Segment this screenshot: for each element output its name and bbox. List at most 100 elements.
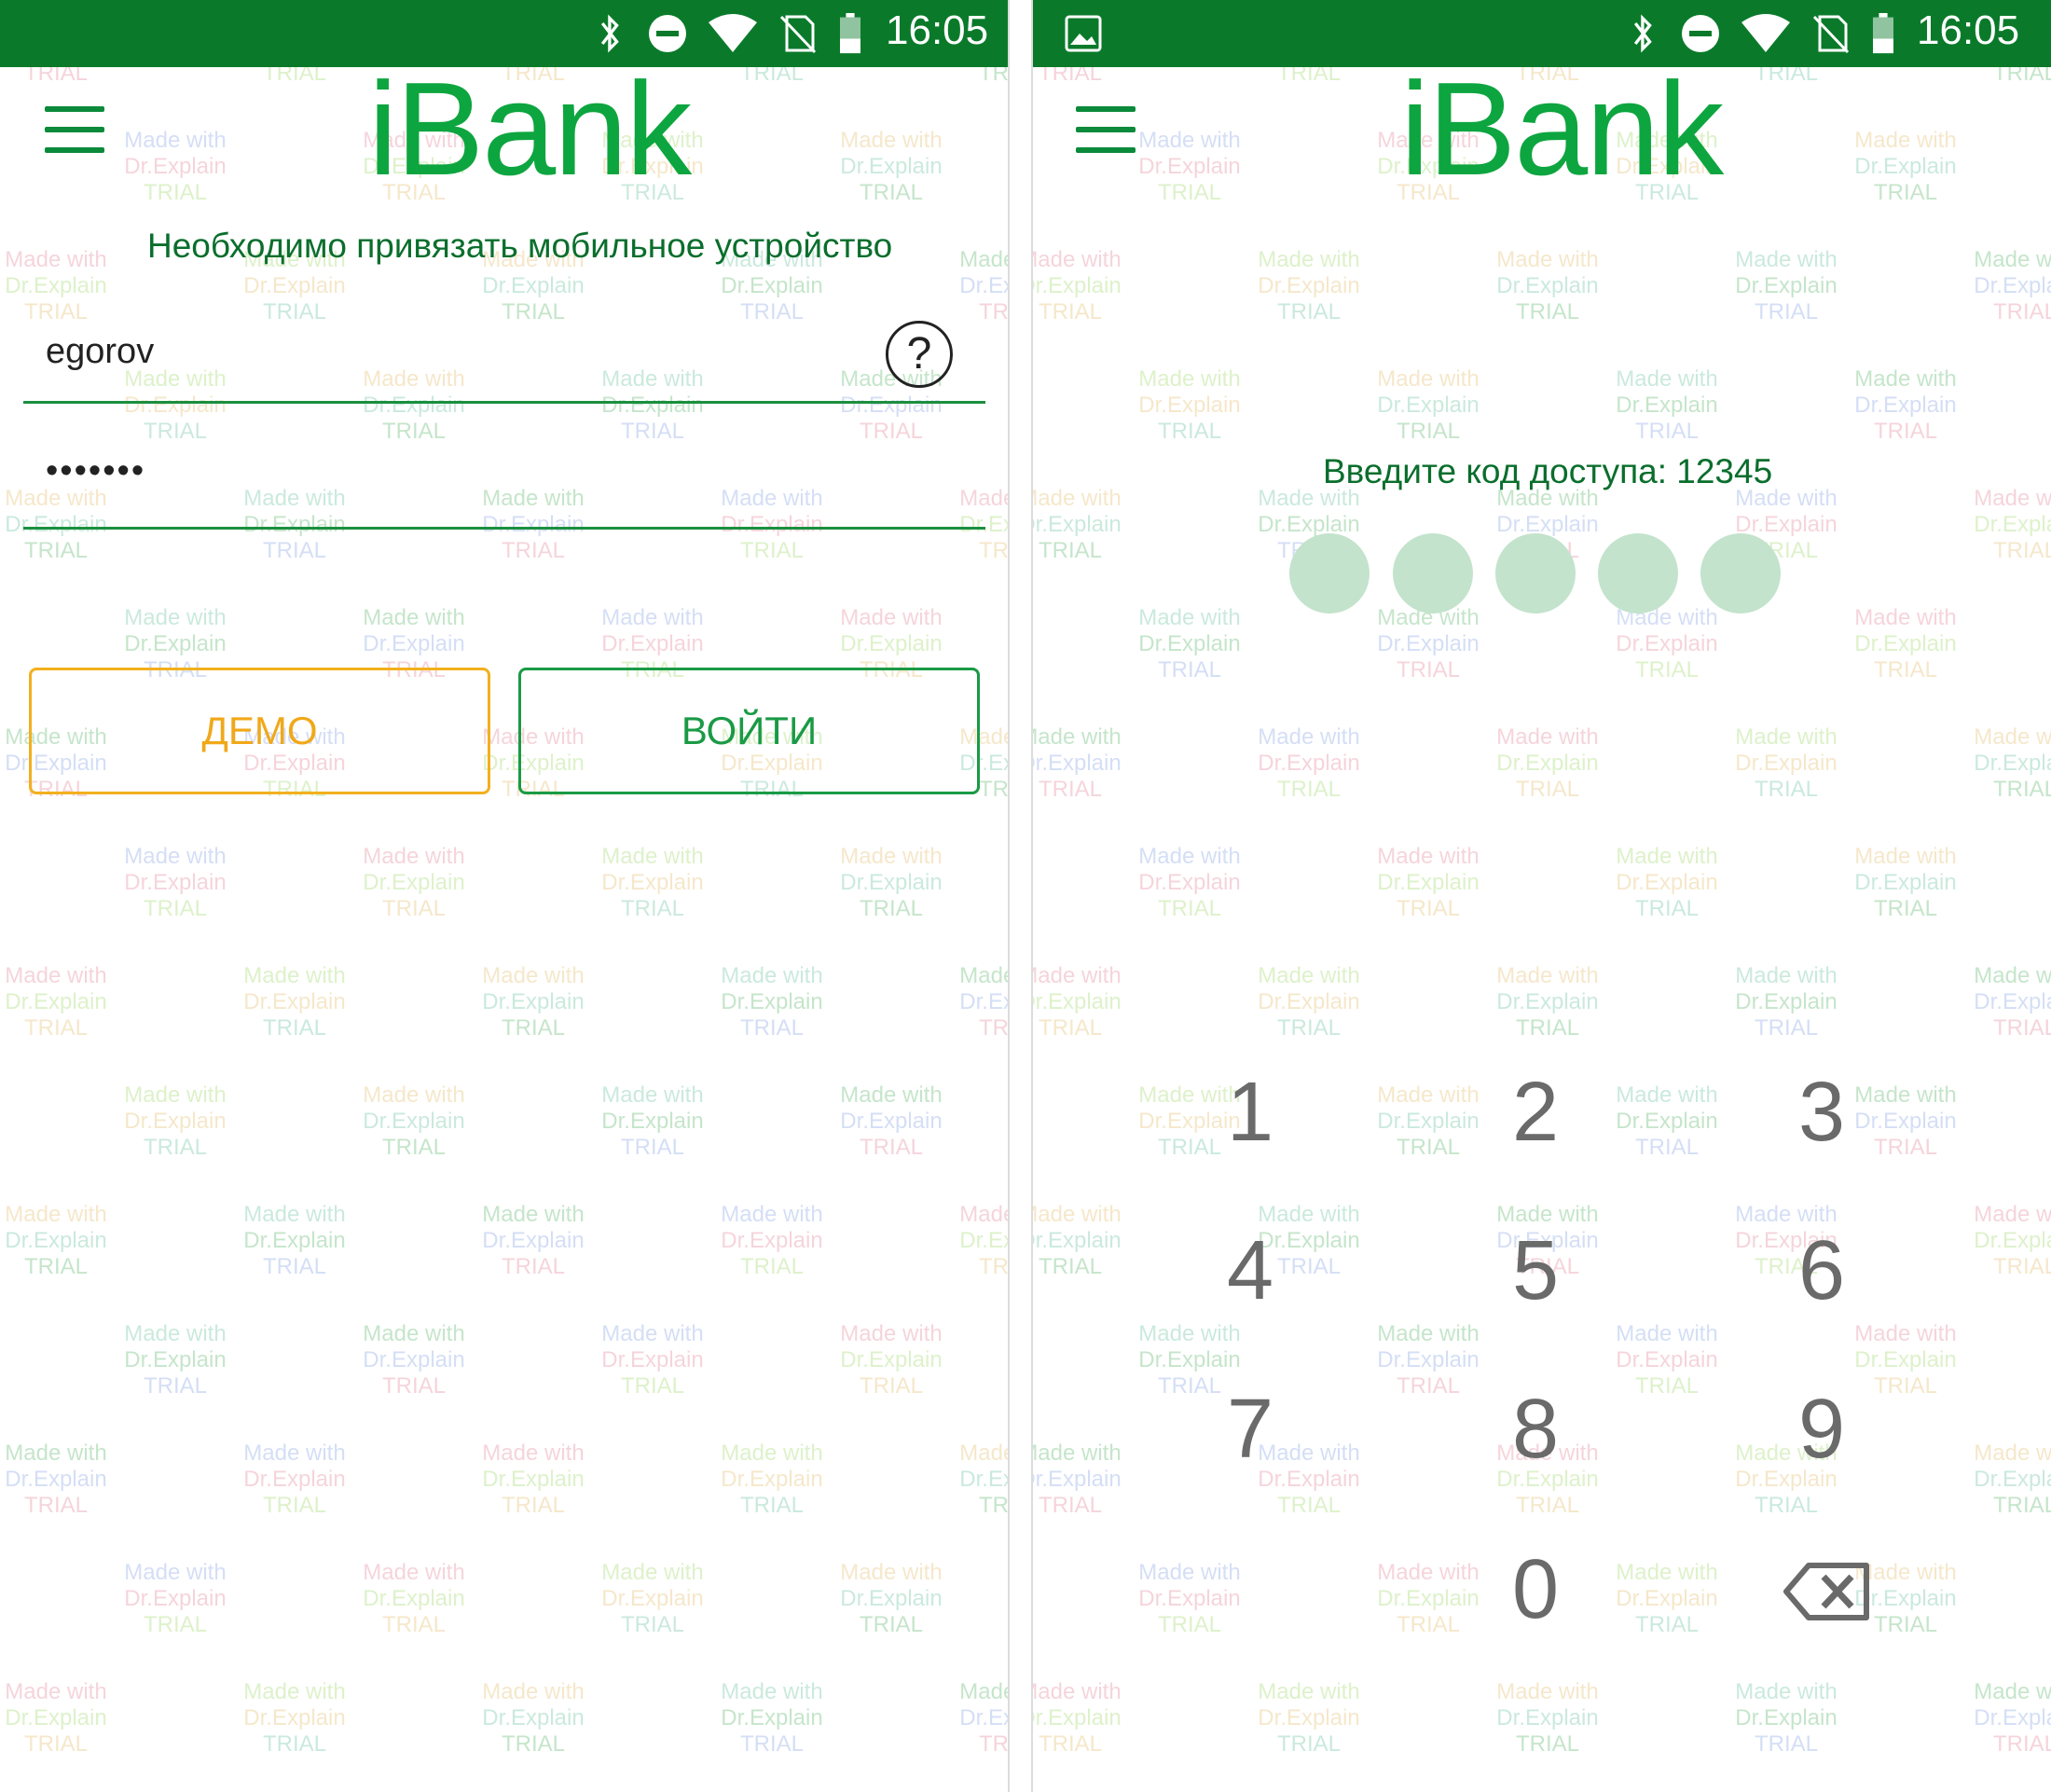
key-6[interactable]: 6: [1766, 1229, 1878, 1313]
watermark-tile: Made withDr.ExplainTRIAL: [1974, 963, 2051, 1041]
svg-text:TRIAL: TRIAL: [979, 777, 1008, 802]
svg-text:TRIAL: TRIAL: [382, 1373, 446, 1399]
svg-text:Dr.Explain: Dr.Explain: [363, 1586, 464, 1611]
svg-text:Made with: Made with: [363, 844, 464, 869]
svg-text:Dr.Explain: Dr.Explain: [482, 1705, 584, 1730]
watermark-tile: Made withDr.ExplainTRIAL: [1138, 366, 1240, 444]
hamburger-menu-icon[interactable]: [45, 106, 104, 153]
password-field[interactable]: •••••••: [23, 448, 985, 530]
key-1[interactable]: 1: [1194, 1070, 1306, 1154]
svg-text:Dr.Explain: Dr.Explain: [840, 1109, 942, 1134]
svg-text:Dr.Explain: Dr.Explain: [1974, 512, 2051, 537]
svg-text:Made with: Made with: [1616, 1321, 1717, 1346]
svg-text:TRIAL: TRIAL: [502, 1731, 565, 1757]
watermark-tile: Made withDr.ExplainTRIAL: [601, 1560, 703, 1637]
svg-text:Dr.Explain: Dr.Explain: [1496, 273, 1598, 298]
pin-dot: [1495, 533, 1576, 613]
svg-text:Dr.Explain: Dr.Explain: [721, 273, 822, 298]
key-8[interactable]: 8: [1480, 1387, 1591, 1471]
svg-text:TRIAL: TRIAL: [1277, 1015, 1341, 1041]
key-0[interactable]: 0: [1480, 1548, 1591, 1632]
svg-text:Dr.Explain: Dr.Explain: [1258, 512, 1359, 537]
svg-text:Dr.Explain: Dr.Explain: [840, 870, 942, 895]
svg-text:Made with: Made with: [959, 247, 1008, 272]
key-7[interactable]: 7: [1194, 1387, 1306, 1471]
svg-text:Dr.Explain: Dr.Explain: [1258, 989, 1359, 1014]
watermark-tile: Made withDr.ExplainTRIAL: [1138, 605, 1240, 682]
hamburger-menu-icon[interactable]: [1076, 106, 1136, 153]
watermark-tile: Made withDr.ExplainTRIAL: [1138, 1560, 1240, 1637]
watermark-tile: Made withDr.ExplainTRIAL: [601, 844, 703, 921]
svg-text:TRIAL: TRIAL: [1993, 1493, 2051, 1518]
svg-text:TRIAL: TRIAL: [1993, 538, 2051, 563]
screen-divider: [1008, 0, 1033, 1792]
svg-text:Made with: Made with: [601, 605, 703, 630]
svg-text:TRIAL: TRIAL: [1874, 419, 1937, 444]
svg-text:Made with: Made with: [1974, 486, 2051, 511]
svg-text:TRIAL: TRIAL: [1993, 1015, 2051, 1041]
login-field[interactable]: egorov: [23, 326, 985, 404]
svg-text:Made with: Made with: [363, 1082, 464, 1108]
svg-text:Made with: Made with: [363, 1321, 464, 1346]
pin-screen: Made withDr.ExplainTRIALMade withDr.Expl…: [1033, 0, 2051, 1792]
key-2[interactable]: 2: [1480, 1070, 1591, 1154]
svg-text:Made with: Made with: [1854, 605, 1956, 630]
svg-text:Made with: Made with: [1258, 1679, 1359, 1704]
svg-text:Made with: Made with: [601, 1560, 703, 1585]
svg-text:TRIAL: TRIAL: [263, 1254, 326, 1279]
svg-text:TRIAL: TRIAL: [1277, 299, 1341, 324]
svg-text:Made with: Made with: [1033, 1440, 1122, 1466]
svg-text:Made with: Made with: [1496, 1202, 1598, 1227]
svg-text:Dr.Explain: Dr.Explain: [5, 1228, 106, 1253]
svg-text:TRIAL: TRIAL: [979, 538, 1008, 563]
svg-text:Dr.Explain: Dr.Explain: [363, 1347, 464, 1372]
svg-text:TRIAL: TRIAL: [1158, 1612, 1221, 1637]
svg-text:Dr.Explain: Dr.Explain: [721, 1705, 822, 1730]
svg-text:Made with: Made with: [1496, 724, 1598, 750]
svg-text:Made with: Made with: [1854, 844, 1956, 869]
help-icon[interactable]: ?: [886, 321, 953, 388]
svg-text:Dr.Explain: Dr.Explain: [1735, 989, 1837, 1014]
svg-text:Dr.Explain: Dr.Explain: [1974, 1228, 2051, 1253]
svg-text:Made with: Made with: [243, 1202, 345, 1227]
watermark-tile: Made withDr.ExplainTRIAL: [1854, 605, 1956, 682]
watermark-tile: Made withDr.ExplainTRIAL: [5, 1440, 106, 1518]
watermark-tile: Made withDr.ExplainTRIAL: [1616, 605, 1717, 682]
svg-text:Dr.Explain: Dr.Explain: [1854, 870, 1956, 895]
svg-text:Made with: Made with: [959, 963, 1008, 988]
bluetooth-icon: [600, 14, 619, 53]
svg-text:Made with: Made with: [840, 605, 942, 630]
key-5[interactable]: 5: [1480, 1229, 1591, 1313]
watermark-tile: Made withDr.ExplainTRIAL: [1735, 963, 1837, 1041]
do-not-disturb-icon: [1682, 15, 1719, 52]
key-3[interactable]: 3: [1766, 1070, 1878, 1154]
svg-text:TRIAL: TRIAL: [740, 299, 804, 324]
svg-text:TRIAL: TRIAL: [1158, 896, 1221, 921]
demo-button[interactable]: ДЕМО: [29, 668, 490, 794]
watermark-tile: Made withDr.ExplainTRIAL: [959, 1202, 1008, 1279]
backspace-icon[interactable]: [1783, 1562, 1872, 1621]
svg-text:TRIAL: TRIAL: [1755, 1731, 1818, 1757]
watermark-tile: Made withDr.ExplainTRIAL: [1033, 963, 1122, 1041]
watermark-tile: Made withDr.ExplainTRIAL: [840, 844, 942, 921]
key-9[interactable]: 9: [1766, 1387, 1878, 1471]
svg-text:Made with: Made with: [5, 1440, 106, 1466]
svg-text:TRIAL: TRIAL: [1635, 1135, 1699, 1160]
key-4[interactable]: 4: [1194, 1229, 1306, 1313]
svg-text:Dr.Explain: Dr.Explain: [1735, 751, 1837, 776]
watermark-tile: Made withDr.ExplainTRIAL: [1033, 724, 1122, 802]
svg-text:TRIAL: TRIAL: [1874, 180, 1937, 205]
svg-text:TRIAL: TRIAL: [502, 1493, 565, 1518]
svg-text:Made with: Made with: [1735, 1202, 1837, 1227]
svg-text:Dr.Explain: Dr.Explain: [1258, 1705, 1359, 1730]
watermark-tile: Made withDr.ExplainTRIAL: [482, 1202, 584, 1279]
svg-text:Dr.Explain: Dr.Explain: [840, 631, 942, 656]
svg-text:Made with: Made with: [5, 1202, 106, 1227]
svg-text:Dr.Explain: Dr.Explain: [1033, 1705, 1122, 1730]
svg-text:Dr.Explain: Dr.Explain: [1496, 989, 1598, 1014]
svg-text:Made with: Made with: [1854, 128, 1956, 153]
svg-text:Made with: Made with: [601, 1321, 703, 1346]
login-button[interactable]: ВОЙТИ: [518, 668, 980, 794]
svg-text:TRIAL: TRIAL: [1039, 1731, 1102, 1757]
svg-text:Made with: Made with: [1974, 1440, 2051, 1466]
